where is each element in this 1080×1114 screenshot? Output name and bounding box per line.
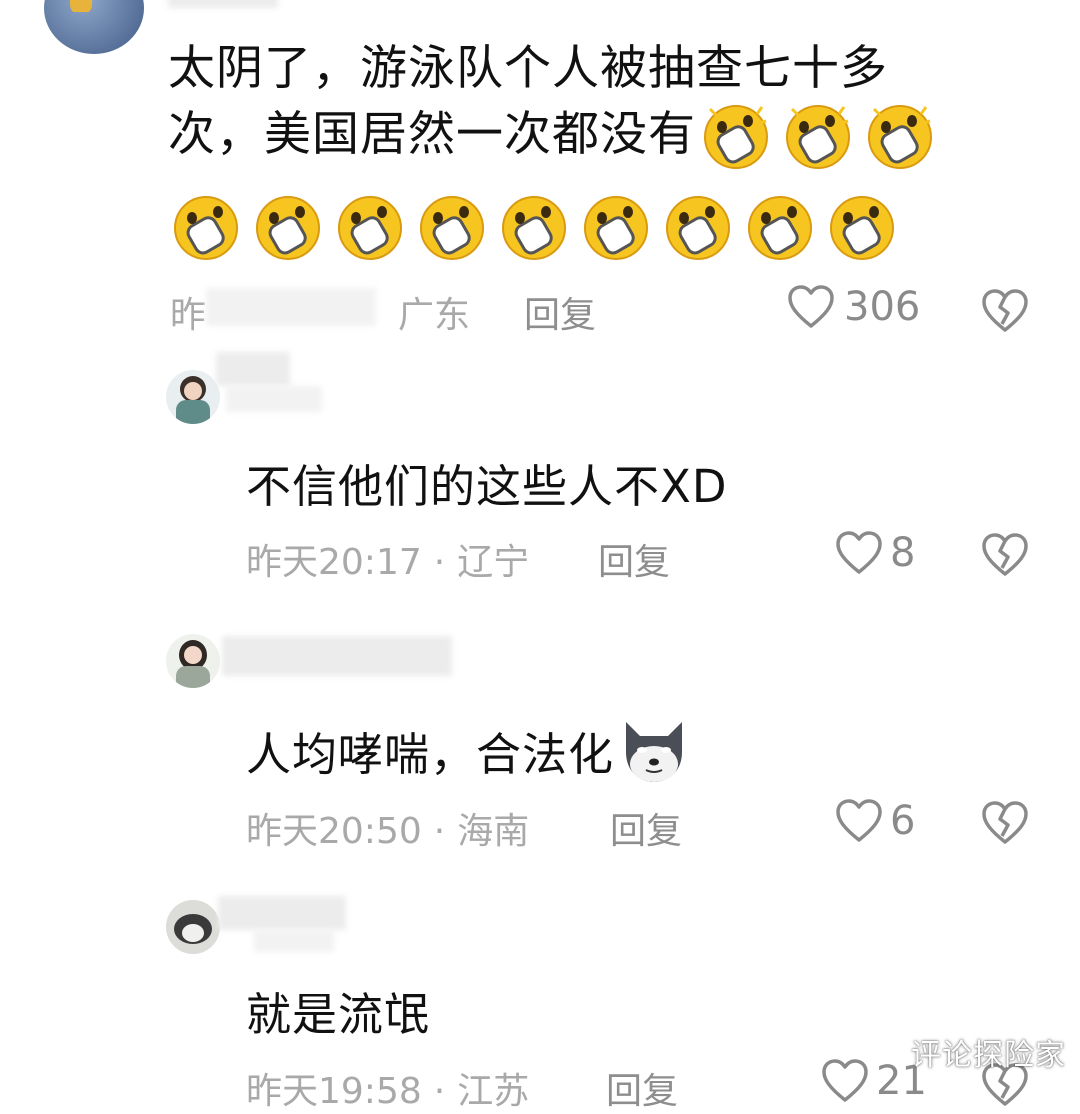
shocked-face-emoji xyxy=(502,196,566,260)
comment-time: 昨天20:17 xyxy=(246,542,422,583)
like-button[interactable]: 8 xyxy=(834,530,915,576)
username-blurred xyxy=(218,896,346,930)
reply-button[interactable]: 回复 xyxy=(524,286,596,338)
shocked-face-emoji xyxy=(868,105,932,169)
shocked-face-emoji xyxy=(830,196,894,260)
comment-meta: 昨天20:50 · 海南 xyxy=(246,802,529,854)
shocked-face-emoji xyxy=(666,196,730,260)
like-count: 8 xyxy=(890,530,916,576)
comment-text: 太阴了，游泳队个人被抽查七十多 次，美国居然一次都没有 xyxy=(168,36,938,171)
comment-text: 人均哮喘，合法化 xyxy=(246,712,692,788)
emoji-group xyxy=(698,99,938,171)
watermark: 评论探险家 xyxy=(911,1038,1066,1073)
shocked-face-emoji xyxy=(786,105,850,169)
username-blurred xyxy=(168,0,278,8)
meta-separator: · xyxy=(433,542,446,583)
comment-time: 昨 xyxy=(170,295,207,336)
shocked-face-emoji xyxy=(174,196,238,260)
heart-icon xyxy=(836,531,882,574)
avatar[interactable] xyxy=(44,0,144,54)
shocked-face-emoji xyxy=(338,196,402,260)
heart-icon xyxy=(836,799,882,842)
husky-dog-emoji xyxy=(626,722,683,782)
emoji-row xyxy=(168,190,900,262)
comment-meta: 昨天20:17 · 辽宁 xyxy=(246,533,529,585)
comment-text: 就是流氓 xyxy=(246,988,431,1041)
avatar[interactable] xyxy=(166,370,220,424)
shocked-face-emoji xyxy=(584,196,648,260)
time-blurred xyxy=(206,288,376,326)
username-blurred xyxy=(254,930,334,952)
shocked-face-emoji xyxy=(256,196,320,260)
like-button[interactable]: 306 xyxy=(786,284,920,330)
comment-location: 江苏 xyxy=(457,1071,530,1112)
dislike-button[interactable] xyxy=(980,800,1030,846)
comment-location: 辽宁 xyxy=(457,542,530,583)
meta-separator: · xyxy=(433,1071,446,1112)
meta-separator: · xyxy=(433,811,446,852)
shocked-face-emoji xyxy=(748,196,812,260)
like-count: 306 xyxy=(844,284,921,330)
reply-button[interactable]: 回复 xyxy=(610,802,682,854)
broken-heart-icon xyxy=(982,289,1028,332)
like-count: 6 xyxy=(890,798,916,844)
comment-text-content: 人均哮喘，合法化 xyxy=(246,727,615,781)
comment-text: 不信他们的这些人不XD xyxy=(246,460,728,513)
dislike-button[interactable] xyxy=(980,288,1030,334)
reply-button[interactable]: 回复 xyxy=(606,1062,678,1114)
reply-button[interactable]: 回复 xyxy=(598,533,670,585)
comment-time: 昨天19:58 xyxy=(246,1071,422,1112)
username-blurred xyxy=(222,636,452,676)
comment-text-line: 太阴了，游泳队个人被抽查七十多 xyxy=(168,41,888,96)
comment-text-line: 次，美国居然一次都没有 xyxy=(168,107,696,162)
dislike-button[interactable] xyxy=(980,532,1030,578)
broken-heart-icon xyxy=(982,533,1028,576)
comment-location: 海南 xyxy=(457,811,530,852)
heart-icon xyxy=(788,285,834,328)
username-blurred xyxy=(226,386,322,412)
username-blurred xyxy=(216,352,290,386)
shocked-face-emoji xyxy=(704,105,768,169)
shocked-face-emoji xyxy=(420,196,484,260)
comment-time: 昨天20:50 xyxy=(246,811,422,852)
avatar[interactable] xyxy=(166,634,220,688)
like-button[interactable]: 6 xyxy=(834,798,915,844)
comment-location: 广东 xyxy=(398,295,471,336)
comment-meta: 昨天19:58 · 江苏 xyxy=(246,1062,529,1114)
comment-meta: 昨 xyxy=(170,286,206,338)
broken-heart-icon xyxy=(982,801,1028,844)
avatar[interactable] xyxy=(166,900,220,954)
heart-icon xyxy=(822,1059,868,1102)
